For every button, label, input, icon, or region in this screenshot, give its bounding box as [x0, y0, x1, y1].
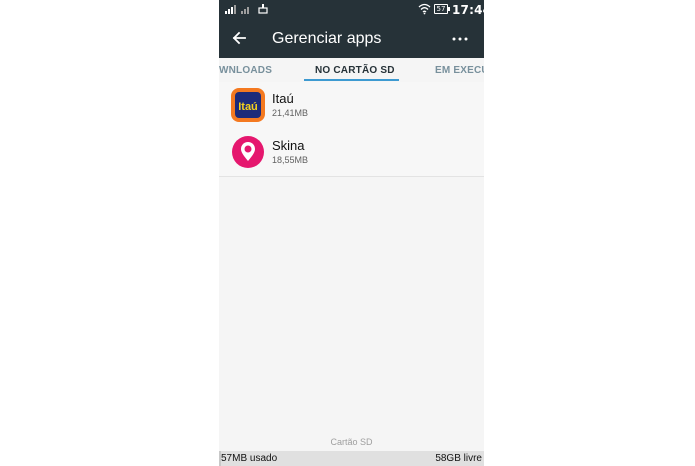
svg-text:Itaú: Itaú [238, 101, 258, 113]
list-item-skina[interactable]: Skina 18,55MB [219, 129, 484, 177]
storage-bar: 57MB usado 58GB livre [219, 451, 484, 466]
tab-indicator [304, 79, 399, 81]
app-size: 18,55MB [272, 155, 309, 165]
clock: 17:44 [452, 3, 484, 17]
storage-free: 58GB livre [435, 453, 482, 464]
battery-icon: 57 [434, 4, 450, 14]
storage-used: 57MB usado [221, 453, 278, 464]
signal-icon [225, 5, 236, 14]
status-bar: 57 17:44 [219, 0, 484, 20]
app-name: Skina [272, 138, 305, 153]
tab-running[interactable]: EM EXECU [435, 65, 484, 76]
arrow-left-icon[interactable] [232, 31, 246, 45]
phone-screen: 57 17:44 Gerenciar apps WNLOADS NO CARTÃ… [219, 0, 484, 466]
tab-downloads[interactable]: WNLOADS [219, 65, 272, 76]
more-horizontal-icon[interactable] [452, 37, 468, 41]
app-name: Itaú [272, 91, 294, 106]
tab-bar: WNLOADS NO CARTÃO SD EM EXECU [219, 58, 484, 83]
skina-app-icon [232, 136, 264, 168]
list-item-itau[interactable]: Itaú Itaú 21,41MB [219, 82, 484, 130]
app-size: 21,41MB [272, 108, 309, 118]
page-title: Gerenciar apps [272, 30, 382, 47]
storage-label: Cartão SD [330, 437, 373, 447]
app-bar: Gerenciar apps [219, 20, 484, 58]
tab-sd-card[interactable]: NO CARTÃO SD [315, 65, 395, 76]
usb-icon [258, 4, 268, 14]
wifi-icon [418, 3, 431, 15]
signal-icon [241, 7, 249, 14]
itau-app-icon: Itaú [231, 88, 265, 122]
